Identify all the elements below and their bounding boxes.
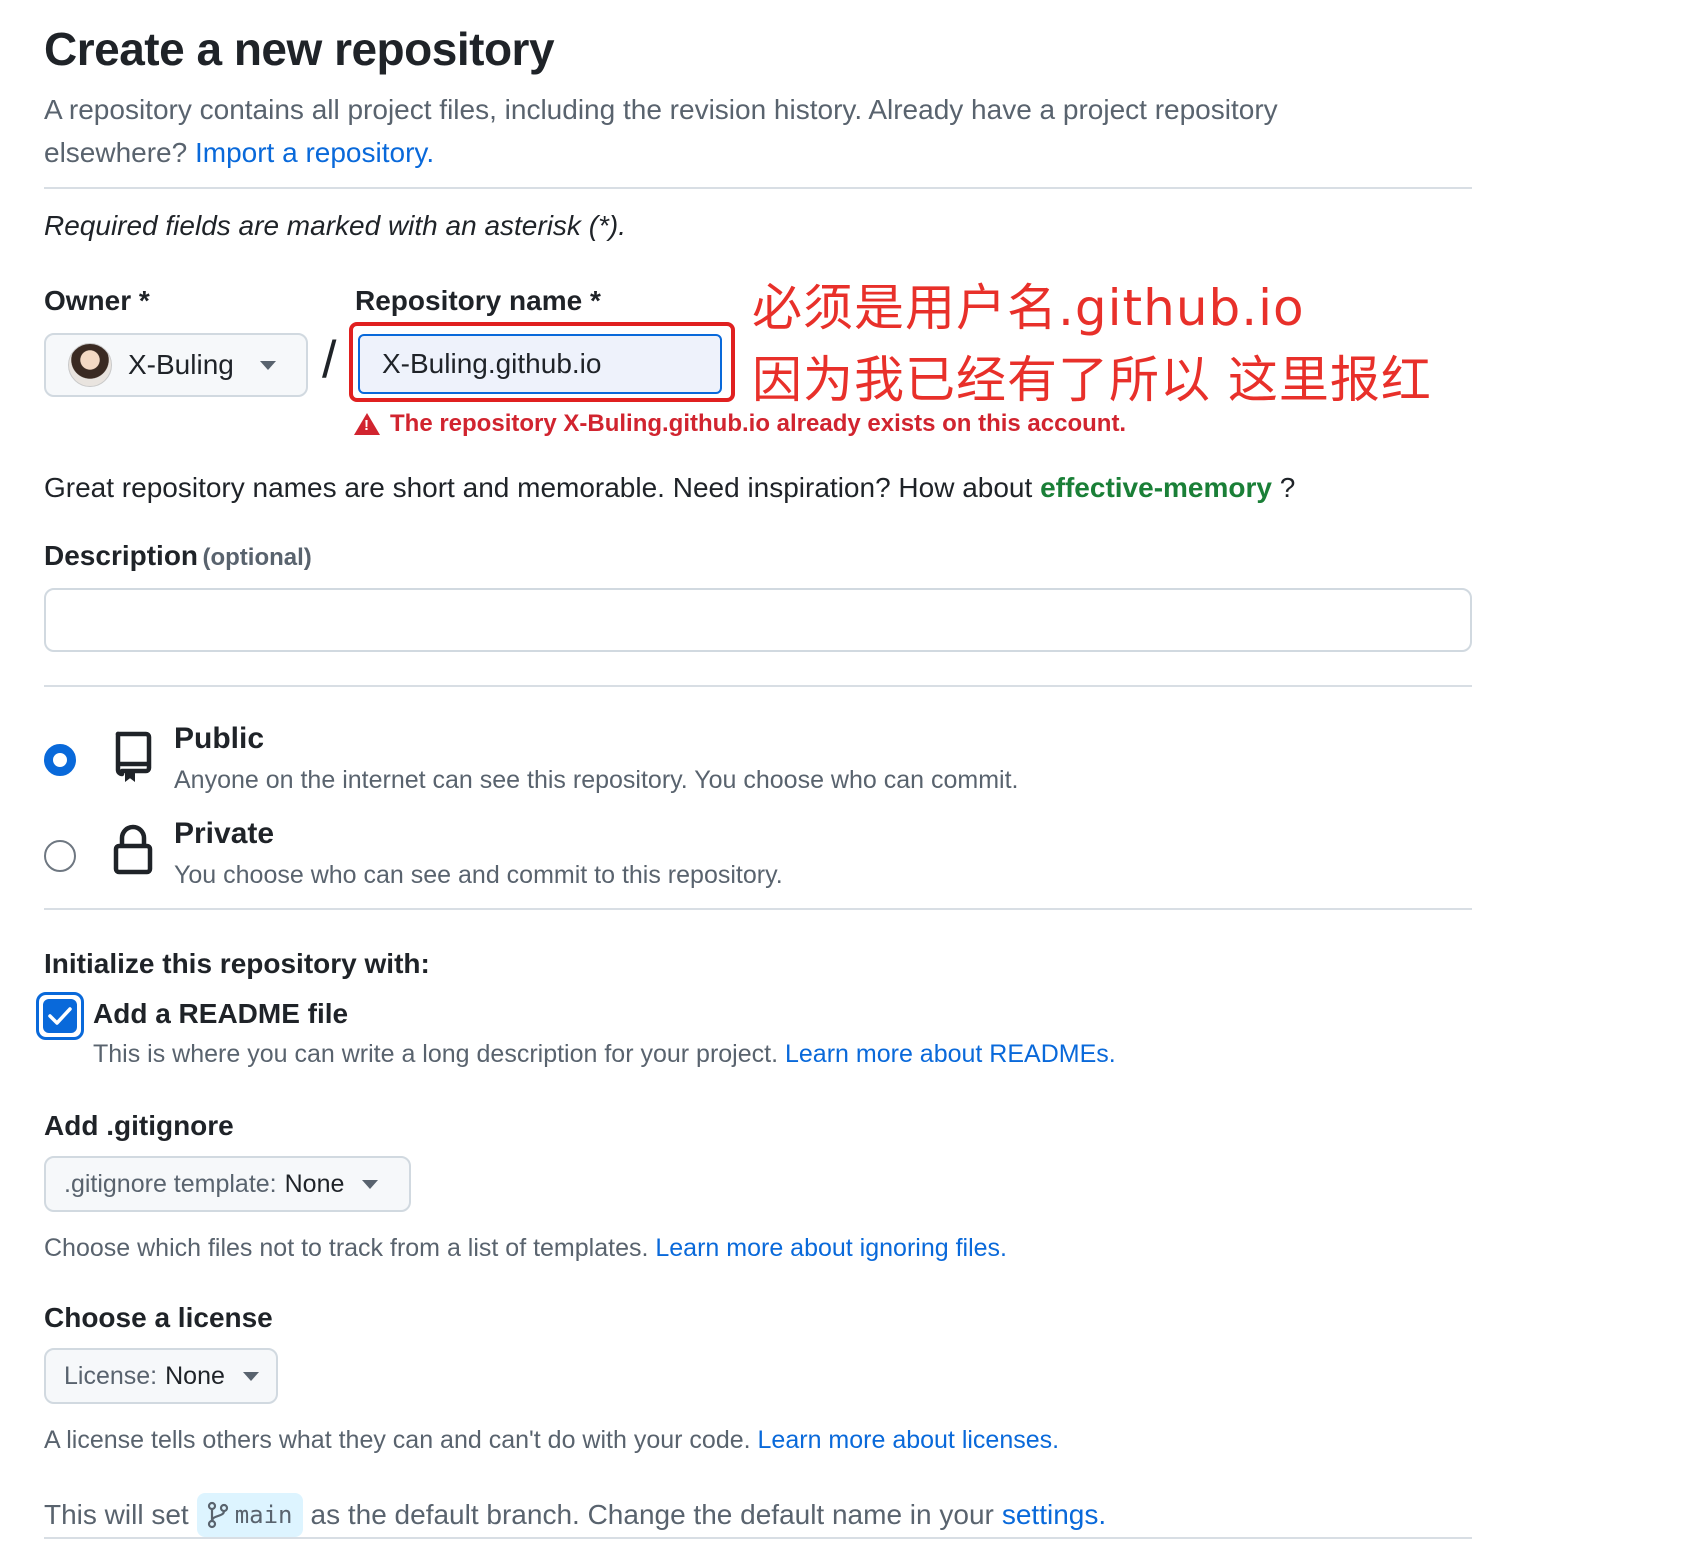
gitignore-template-select[interactable]: .gitignore template: None	[44, 1156, 411, 1212]
private-title: Private	[174, 817, 275, 850]
owner-name: X-Buling	[128, 349, 234, 380]
chevron-down-icon	[259, 360, 276, 370]
gitignore-select-prefix: .gitignore template:	[64, 1169, 277, 1198]
owner-repo-separator: /	[322, 331, 337, 389]
gitignore-help-text: Choose which files not to track from a l…	[44, 1234, 649, 1262]
public-title: Public	[174, 722, 265, 755]
alert-icon: !	[354, 413, 380, 435]
branch-name: main	[234, 1501, 293, 1529]
inspiration-text: Great repository names are short and mem…	[44, 472, 1033, 503]
private-radio[interactable]	[44, 840, 76, 872]
divider	[44, 187, 1472, 189]
name-suggestion: Great repository names are short and mem…	[44, 472, 1295, 504]
branch-chip: main	[196, 1493, 303, 1537]
readme-checkbox-box	[43, 999, 77, 1033]
avatar	[68, 343, 112, 387]
branch-prefix: This will set	[44, 1499, 189, 1530]
license-learn-more-link[interactable]: Learn more about licenses.	[758, 1426, 1060, 1454]
repo-name-input[interactable]: X-Buling.github.io	[358, 334, 722, 394]
license-select[interactable]: License: None	[44, 1348, 278, 1404]
readme-learn-more-link[interactable]: Learn more about READMEs.	[785, 1040, 1116, 1068]
license-heading: Choose a license	[44, 1302, 273, 1333]
required-note: Required fields are marked with an aster…	[44, 210, 627, 241]
divider	[44, 685, 1472, 687]
divider	[44, 908, 1472, 910]
license-help-text: A license tells others what they can and…	[44, 1426, 751, 1454]
page-subtitle: A repository contains all project files,…	[44, 88, 1424, 174]
gitignore-learn-more-link[interactable]: Learn more about ignoring files.	[655, 1234, 1007, 1262]
repo-name-label: Repository name *	[355, 285, 601, 316]
owner-label: Owner *	[44, 285, 150, 316]
checkmark-icon	[48, 1007, 72, 1025]
gitignore-select-value: None	[284, 1169, 345, 1198]
branch-suffix: as the default branch. Change the defaul…	[310, 1499, 994, 1530]
license-select-value: None	[165, 1361, 225, 1390]
readme-help-text: This is where you can write a long descr…	[93, 1040, 779, 1068]
settings-link[interactable]: settings.	[1002, 1499, 1106, 1531]
import-repository-link[interactable]: Import a repository.	[195, 137, 434, 168]
readme-help: This is where you can write a long descr…	[93, 1040, 1116, 1069]
readme-checkbox[interactable]	[36, 992, 84, 1040]
description-input[interactable]	[44, 588, 1472, 652]
description-optional: (optional)	[202, 544, 312, 571]
description-label-row: Description (optional)	[44, 540, 312, 572]
gitignore-help: Choose which files not to track from a l…	[44, 1234, 1007, 1263]
lock-icon	[113, 824, 153, 875]
annotation-line-1: 必须是用户名.github.io	[752, 279, 1305, 337]
suggested-name-button[interactable]: effective-memory	[1040, 472, 1272, 503]
public-description: Anyone on the internet can see this repo…	[174, 766, 1019, 794]
chevron-down-icon	[362, 1179, 379, 1189]
initialize-heading: Initialize this repository with:	[44, 948, 430, 979]
error-message: The repository X-Buling.github.io alread…	[390, 410, 1127, 437]
private-description: You choose who can see and commit to thi…	[174, 861, 783, 889]
inspiration-end: ?	[1279, 472, 1296, 503]
readme-label[interactable]: Add a README file	[93, 998, 348, 1030]
description-label: Description	[44, 540, 199, 571]
annotation-line-2: 因为我已经有了所以 这里报红	[752, 351, 1432, 409]
license-select-prefix: License:	[64, 1361, 158, 1390]
repo-name-error: ! The repository X-Buling.github.io alre…	[354, 410, 1126, 438]
owner-select[interactable]: X-Buling	[44, 333, 308, 397]
repo-icon	[115, 731, 152, 782]
public-radio[interactable]	[44, 744, 76, 776]
page-title: Create a new repository	[44, 23, 555, 75]
license-help: A license tells others what they can and…	[44, 1426, 1059, 1455]
default-branch-note: This will set main as the default branch…	[44, 1493, 1106, 1537]
git-branch-icon	[207, 1501, 228, 1529]
chevron-down-icon	[242, 1371, 259, 1381]
divider	[44, 1537, 1472, 1539]
gitignore-heading: Add .gitignore	[44, 1110, 234, 1141]
